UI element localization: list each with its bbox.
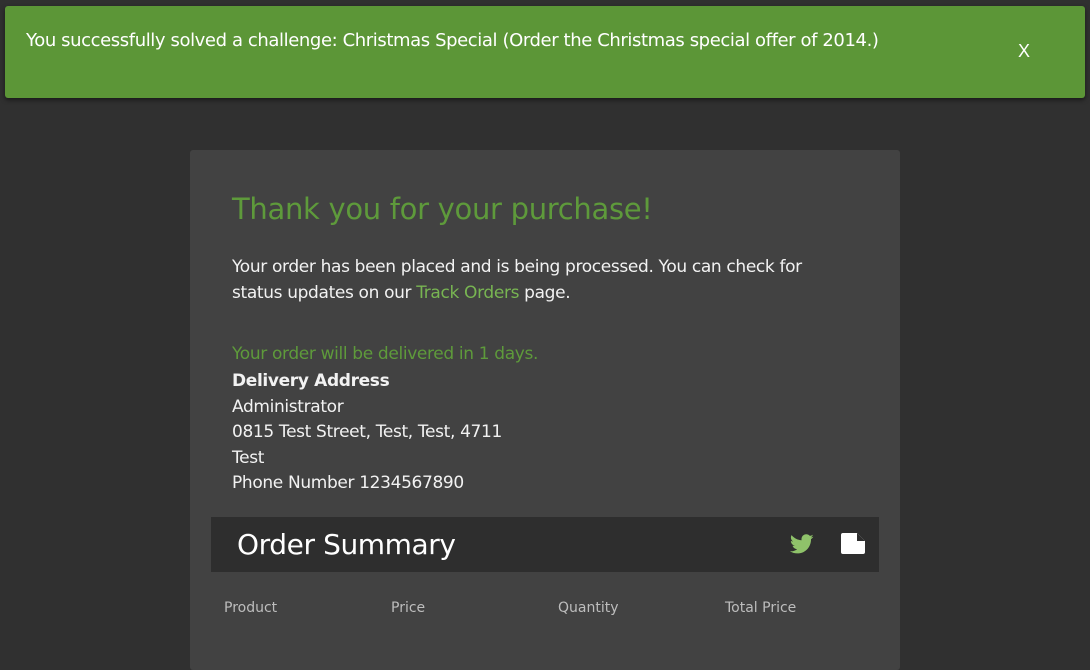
address-country: Test [232,447,265,468]
order-confirmation-card: Thank you for your purchase! Your order … [190,150,900,670]
column-header-product: Product [224,600,278,616]
column-header-quantity: Quantity [558,600,619,616]
delivery-address: Delivery Address Administrator 0815 Test… [232,369,502,497]
column-header-price: Price [391,600,426,616]
track-orders-link[interactable]: Track Orders [416,283,519,303]
challenge-solved-banner: You successfully solved a challenge: Chr… [5,6,1085,98]
page-title: Thank you for your purchase! [232,192,653,226]
order-summary-title: Order Summary [237,528,456,561]
address-phone: Phone Number 1234567890 [232,473,464,493]
order-summary-header: Order Summary [211,517,879,572]
address-name: Administrator [232,396,344,417]
message-text-after: page. [519,283,571,303]
delivery-address-heading: Delivery Address [232,371,390,391]
address-street: 0815 Test Street, Test, Test, 4711 [232,422,502,442]
banner-close-button[interactable]: X [1011,38,1037,64]
order-placed-message: Your order has been placed and is being … [232,254,832,306]
twitter-icon[interactable] [789,532,815,556]
column-header-total-price: Total Price [725,600,797,616]
banner-message: You successfully solved a challenge: Chr… [26,30,879,51]
print-icon[interactable] [839,532,867,556]
delivery-notice: Your order will be delivered in 1 days. [232,344,539,364]
